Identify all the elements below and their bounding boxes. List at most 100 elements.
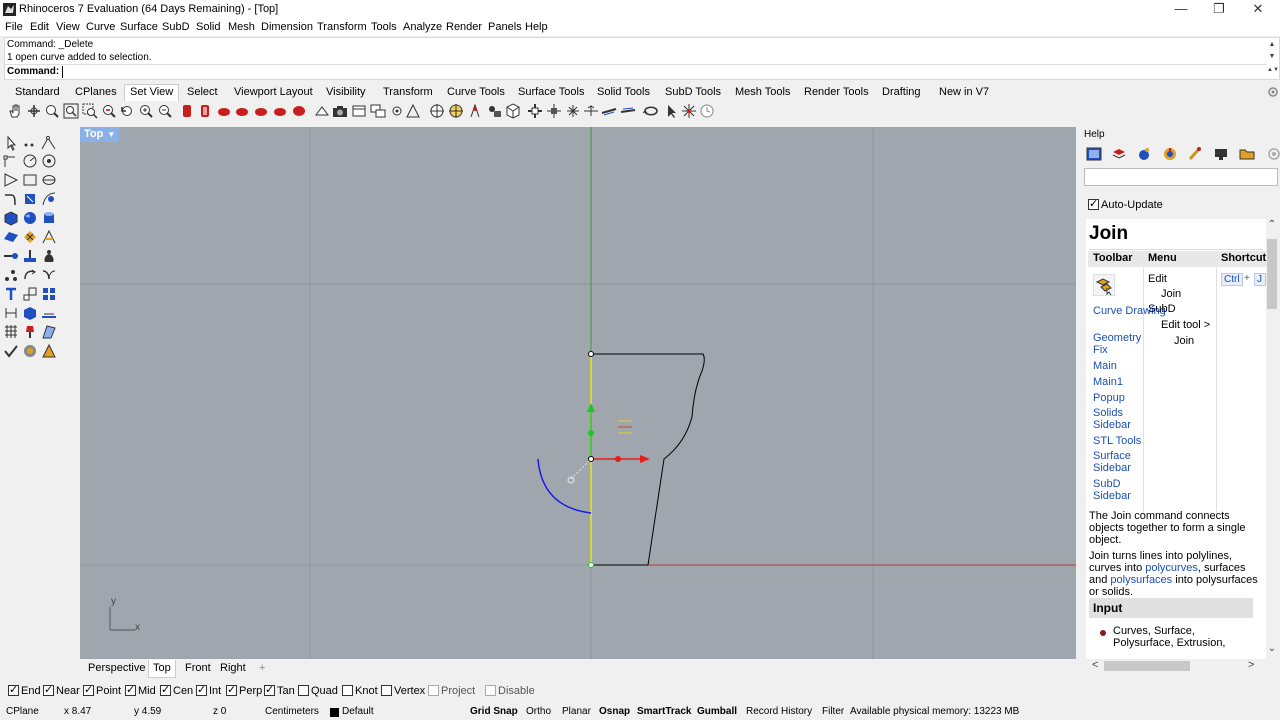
osnap-quad-checkbox[interactable] bbox=[298, 685, 309, 696]
view-center-icon[interactable] bbox=[448, 103, 464, 119]
unroll-icon[interactable] bbox=[41, 324, 57, 340]
clock-icon[interactable] bbox=[699, 103, 715, 119]
gumball-toggle[interactable]: Gumball bbox=[697, 706, 737, 717]
materials-tab-icon[interactable] bbox=[1187, 146, 1203, 162]
surface-icon[interactable] bbox=[3, 229, 19, 245]
box-icon[interactable] bbox=[3, 210, 19, 226]
toolbar-settings-gear-icon[interactable] bbox=[1268, 87, 1278, 97]
toolbar-link-main1[interactable]: Main1 bbox=[1093, 376, 1123, 388]
gumball-plane-handle[interactable] bbox=[618, 420, 632, 434]
auto-update-checkbox[interactable]: Auto-Update bbox=[1088, 197, 1163, 211]
zoom-in-icon[interactable] bbox=[138, 103, 154, 119]
network-surface-icon[interactable] bbox=[22, 229, 38, 245]
tab-new-in-v7[interactable]: New in V7 bbox=[939, 86, 989, 98]
osnap-tan-checkbox[interactable] bbox=[264, 683, 275, 696]
viewport-menu-chevron-down-icon[interactable]: ▼ bbox=[107, 130, 115, 139]
help-scroll-thumb[interactable] bbox=[1267, 239, 1277, 309]
planar-toggle[interactable]: Planar bbox=[562, 706, 591, 717]
osnap-knot[interactable]: Knot bbox=[342, 685, 378, 697]
menu-curve[interactable]: Curve bbox=[86, 21, 115, 33]
display-tab-icon[interactable] bbox=[1162, 146, 1178, 162]
osnap-end-checkbox[interactable] bbox=[8, 683, 19, 696]
current-layer[interactable]: Default bbox=[342, 706, 374, 717]
zoom-window-icon[interactable] bbox=[82, 103, 98, 119]
osnap-int-checkbox[interactable] bbox=[196, 683, 207, 696]
osnap-project[interactable]: Project bbox=[428, 685, 475, 697]
right-view-icon[interactable] bbox=[234, 103, 250, 119]
select-arrow-icon[interactable] bbox=[3, 135, 19, 151]
grid-array-icon[interactable] bbox=[3, 324, 19, 340]
perspective-view-icon[interactable] bbox=[291, 103, 307, 119]
osnap-mid-checkbox[interactable] bbox=[125, 683, 136, 696]
help-search-input[interactable] bbox=[1084, 168, 1278, 186]
help-tab-icon[interactable] bbox=[1086, 146, 1102, 162]
text-icon[interactable] bbox=[3, 286, 19, 302]
circle-icon[interactable] bbox=[22, 153, 38, 169]
tab-standard[interactable]: Standard bbox=[15, 86, 60, 98]
osnap-int[interactable]: Int bbox=[196, 683, 221, 697]
osnap-mid[interactable]: Mid bbox=[125, 683, 156, 697]
help-panel-title[interactable]: Help bbox=[1084, 129, 1105, 140]
toolbar-link-main[interactable]: Main bbox=[1093, 360, 1117, 372]
osnap-near[interactable]: Near bbox=[43, 683, 80, 697]
points-on-icon[interactable] bbox=[3, 267, 19, 283]
tab-select[interactable]: Select bbox=[187, 86, 218, 98]
command-scroll-up-button[interactable]: ▲ bbox=[1267, 40, 1277, 50]
ellipse-icon[interactable] bbox=[41, 172, 57, 188]
tab-solid-tools[interactable]: Solid Tools bbox=[597, 86, 650, 98]
walkabout-icon[interactable] bbox=[486, 103, 502, 119]
dimension-icon[interactable] bbox=[3, 305, 19, 321]
scale-icon[interactable] bbox=[22, 286, 38, 302]
tab-drafting[interactable]: Drafting bbox=[882, 86, 921, 98]
osnap-disable[interactable]: Disable bbox=[485, 685, 535, 697]
osnap-toggle[interactable]: Osnap bbox=[599, 706, 630, 717]
osnap-project-checkbox[interactable] bbox=[428, 685, 439, 696]
menu-dimension[interactable]: Dimension bbox=[261, 21, 313, 33]
osnap-near-checkbox[interactable] bbox=[43, 683, 54, 696]
osnap-cen[interactable]: Cen bbox=[160, 683, 193, 697]
boolean-union-icon[interactable] bbox=[3, 248, 19, 264]
rotate-icon[interactable] bbox=[22, 267, 38, 283]
extrude-icon[interactable] bbox=[22, 248, 38, 264]
gumball-x-scale-handle[interactable] bbox=[615, 456, 621, 462]
dolly-icon[interactable] bbox=[546, 103, 562, 119]
auto-update-check-icon[interactable] bbox=[1088, 197, 1099, 210]
polysurfaces-link[interactable]: polysurfaces bbox=[1110, 574, 1172, 586]
offset-curve-icon[interactable] bbox=[22, 191, 38, 207]
undo-view-icon[interactable] bbox=[119, 103, 135, 119]
lamp-icon[interactable] bbox=[22, 324, 38, 340]
array-icon[interactable] bbox=[41, 286, 57, 302]
gumball-y-arrow-icon[interactable] bbox=[587, 403, 595, 412]
osnap-point-checkbox[interactable] bbox=[83, 683, 94, 696]
tab-curve-tools[interactable]: Curve Tools bbox=[447, 86, 505, 98]
target-icon[interactable] bbox=[389, 103, 405, 119]
tab-subd-tools[interactable]: SubD Tools bbox=[665, 86, 721, 98]
curve-endpoint[interactable] bbox=[588, 351, 594, 357]
tab-right[interactable]: Right bbox=[220, 662, 246, 674]
tab-surface-tools[interactable]: Surface Tools bbox=[518, 86, 584, 98]
osnap-vertex[interactable]: Vertex bbox=[381, 685, 425, 697]
panel-options-gear-icon[interactable] bbox=[1266, 146, 1280, 162]
zoom-target-icon[interactable] bbox=[429, 103, 445, 119]
sphere-icon[interactable] bbox=[22, 210, 38, 226]
filter-toggle[interactable]: Filter bbox=[822, 706, 844, 717]
tab-mesh-tools[interactable]: Mesh Tools bbox=[735, 86, 790, 98]
polycurves-link[interactable]: polycurves bbox=[1145, 562, 1198, 574]
restore-button[interactable]: ❐ bbox=[1199, 0, 1239, 20]
osnap-quad[interactable]: Quad bbox=[298, 685, 338, 697]
osnap-vertex-checkbox[interactable] bbox=[381, 685, 392, 696]
menu-transform[interactable]: Transform bbox=[317, 21, 367, 33]
layer-box-icon[interactable] bbox=[22, 305, 38, 321]
arc-icon[interactable] bbox=[41, 153, 57, 169]
gumball-rotate-handle[interactable] bbox=[567, 476, 575, 484]
gumball-x-arrow-icon[interactable] bbox=[640, 455, 650, 463]
toolbar-link-surface-sidebar[interactable]: Surface Sidebar bbox=[1093, 450, 1141, 474]
menu-help[interactable]: Help bbox=[525, 21, 548, 33]
menu-render[interactable]: Render bbox=[446, 21, 482, 33]
viewport-title-button[interactable]: Top ▼ bbox=[80, 127, 120, 142]
scroll-left-chevron-icon[interactable]: < bbox=[1092, 659, 1098, 671]
minimize-button[interactable]: — bbox=[1161, 0, 1201, 20]
analyze-icon[interactable] bbox=[22, 343, 38, 359]
osnap-disable-checkbox[interactable] bbox=[485, 685, 496, 696]
camera-icon[interactable] bbox=[332, 103, 348, 119]
